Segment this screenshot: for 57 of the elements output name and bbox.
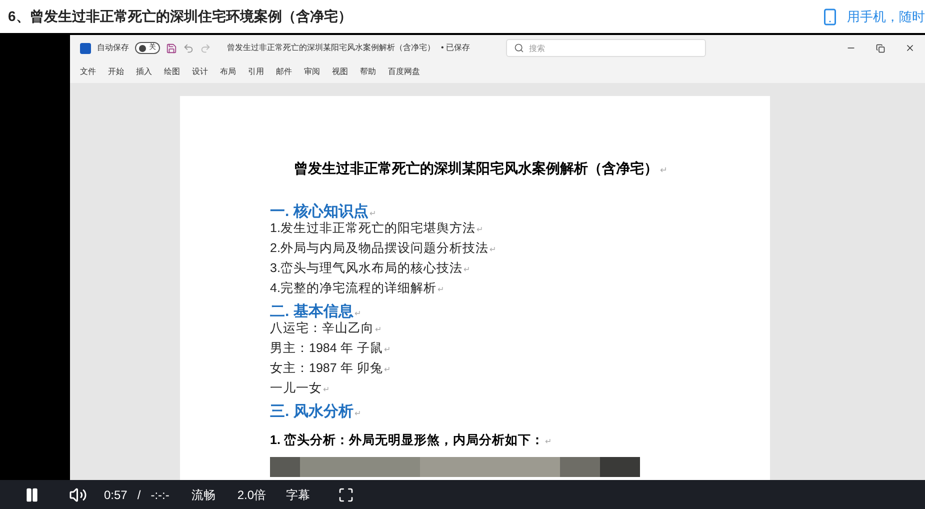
document-line: 2.外局与内局及物品摆设问题分析技法 [270, 240, 488, 257]
section-heading: 三. 风水分析 [270, 402, 354, 422]
search-field[interactable]: 搜索 [506, 39, 706, 57]
section-heading: 二. 基本信息 [270, 302, 354, 322]
document-line: 女主：1987 年 卯兔 [270, 360, 383, 377]
search-icon [514, 43, 524, 53]
ribbon-tab[interactable]: 布局 [220, 66, 236, 78]
quality-button[interactable]: 流畅 [191, 486, 216, 504]
time-separator: / [137, 486, 141, 504]
document-line: 男主：1984 年 子鼠 [270, 340, 383, 357]
save-icon[interactable] [166, 42, 177, 54]
section-heading: 一. 核心知识点 [270, 202, 368, 222]
document-line: 3.峦头与理气风水布局的核心技法 [270, 260, 462, 277]
speed-button[interactable]: 2.0倍 [237, 486, 266, 504]
paragraph-mark: ↵ [369, 208, 376, 220]
document-title: 曾发生过非正常死亡的深圳某阳宅风水案例解析（含净宅） [227, 42, 435, 54]
ribbon-tab[interactable]: 百度网盘 [388, 66, 420, 78]
paragraph-mark: ↵ [354, 408, 362, 420]
document-line: 1.发生过非正常死亡的阳宅堪舆方法 [270, 220, 476, 237]
save-status: • 已保存 [441, 42, 470, 54]
page-title: 6、曾发生过非正常死亡的深圳住宅环境案例（含净宅） [8, 7, 352, 26]
ribbon-tab[interactable]: 绘图 [164, 66, 180, 78]
ribbon-tab[interactable]: 开始 [108, 66, 124, 78]
paragraph-mark: ↵ [476, 224, 484, 236]
document-line: 1. 峦头分析：外局无明显形煞，内局分析如下： [270, 432, 544, 449]
ribbon-tab[interactable]: 帮助 [360, 66, 376, 78]
paragraph-mark: ↵ [660, 164, 668, 177]
paragraph-mark: ↵ [384, 344, 391, 356]
restore-icon[interactable] [876, 44, 885, 52]
paragraph-mark: ↵ [323, 384, 330, 396]
ribbon-tab[interactable]: 视图 [332, 66, 348, 78]
paragraph-mark: ↵ [544, 436, 552, 448]
fullscreen-icon[interactable] [338, 486, 354, 502]
paragraph-mark: ↵ [354, 308, 362, 320]
paragraph-mark: ↵ [463, 264, 470, 276]
close-icon[interactable] [905, 43, 915, 53]
ribbon-tab[interactable]: 文件 [80, 66, 96, 78]
undo-icon[interactable] [183, 42, 194, 54]
paragraph-mark: ↵ [375, 324, 382, 336]
document-line: 八运宅：辛山乙向 [270, 320, 374, 337]
subtitles-button[interactable]: 字幕 [286, 486, 310, 504]
ribbon-tab[interactable]: 插入 [136, 66, 152, 78]
current-time: 0:57 [104, 486, 128, 504]
volume-icon[interactable] [68, 486, 88, 504]
document-line: 4.完整的净宅流程的详细解析 [270, 280, 436, 297]
autosave-label: 自动保存 [97, 42, 129, 54]
paragraph-mark: ↵ [489, 244, 496, 256]
ribbon-tab[interactable]: 设计 [192, 66, 208, 78]
ribbon-tab[interactable]: 引用 [248, 66, 264, 78]
document-line: 一儿一女 [270, 380, 322, 397]
paragraph-mark: ↵ [437, 284, 444, 296]
document-heading: 曾发生过非正常死亡的深圳某阳宅风水案例解析（含净宅） [294, 159, 658, 178]
ribbon-tab[interactable]: 审阅 [304, 66, 320, 78]
mobile-link[interactable]: 用手机，随时 [847, 6, 925, 26]
ribbon-tab[interactable]: 邮件 [276, 66, 292, 78]
duration: -:-:- [150, 486, 170, 504]
paragraph-mark: ↵ [384, 364, 391, 376]
